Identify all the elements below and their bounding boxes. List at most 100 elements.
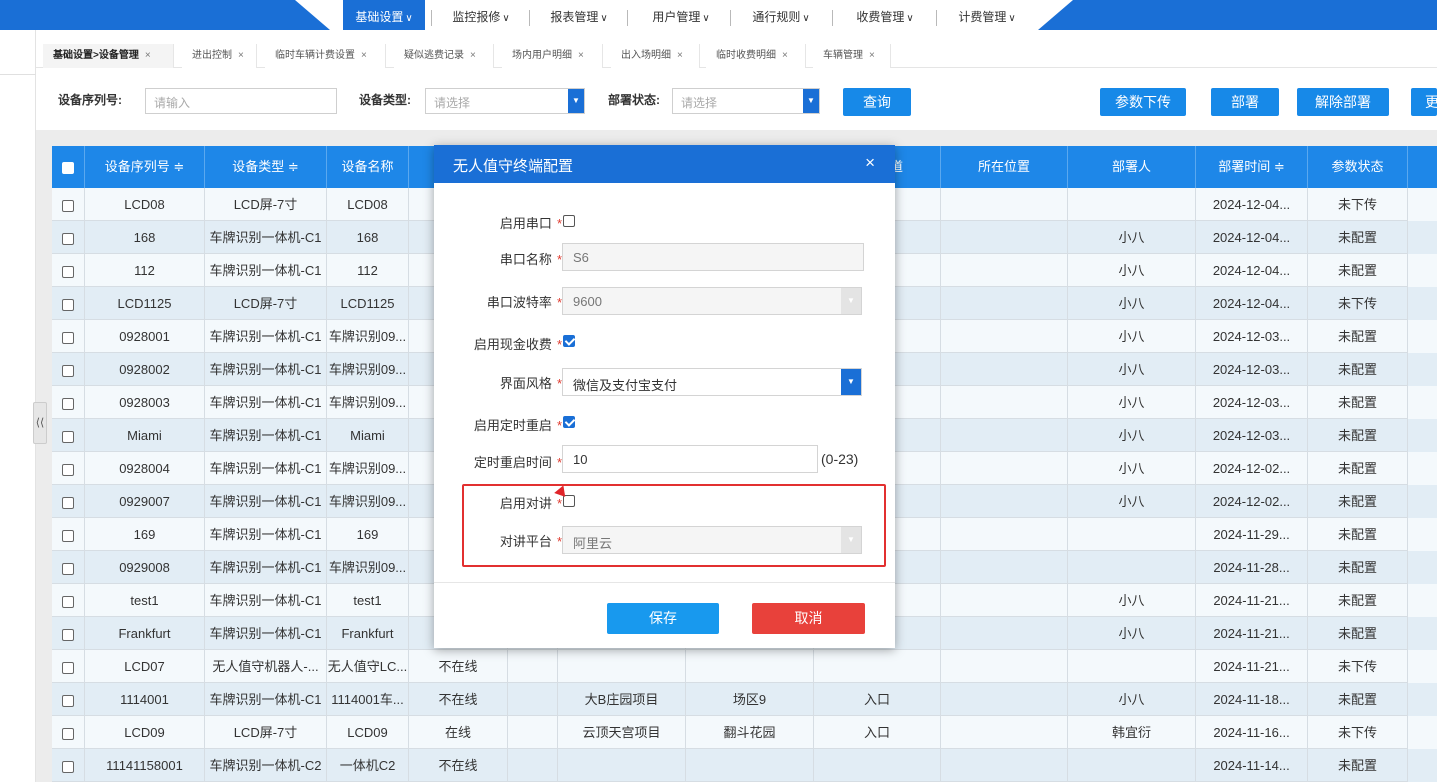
row-checkbox[interactable] [62, 364, 74, 377]
row-select-cell [52, 188, 85, 221]
save-button[interactable]: 保存 [607, 603, 719, 634]
column-header[interactable]: 设备序列号 ≑ [85, 146, 205, 188]
table-cell: 小八 [1068, 584, 1196, 617]
ui-style-select[interactable]: 微信及支付宝支付 ▼ [562, 368, 862, 396]
row-checkbox[interactable] [62, 463, 74, 476]
reboot-time-input[interactable]: 10 [562, 445, 818, 473]
close-icon[interactable]: × [869, 50, 875, 61]
tab-temp-billing[interactable]: 临时车辆计费设置 × [265, 44, 386, 68]
query-button[interactable]: 查询 [843, 88, 911, 116]
chevron-down-icon[interactable]: ▼ [841, 288, 861, 314]
row-checkbox[interactable] [62, 331, 74, 344]
row-checkbox[interactable] [62, 694, 74, 707]
close-icon[interactable]: × [238, 50, 244, 61]
tab-entry-exit[interactable]: 出入场明细 × [611, 44, 700, 68]
close-icon[interactable]: × [361, 50, 367, 61]
serial-input[interactable]: 请输入 [145, 88, 337, 114]
undeploy-button[interactable]: 解除部署 [1297, 88, 1389, 116]
close-icon[interactable]: × [865, 153, 875, 173]
row-checkbox[interactable] [62, 562, 74, 575]
more-button[interactable]: 更 [1411, 88, 1437, 116]
table-cell [1068, 188, 1196, 221]
nav-access-rules[interactable]: 通行规则 ∨ [738, 0, 824, 30]
column-header[interactable]: 设备类型 ≑ [205, 146, 327, 188]
upload-params-button[interactable]: 参数下传 [1100, 88, 1186, 116]
deploy-select[interactable]: 请选择 ▼ [672, 88, 820, 114]
chevron-down-icon[interactable]: ▼ [803, 89, 819, 113]
cancel-button[interactable]: 取消 [752, 603, 865, 634]
deploy-button[interactable]: 部署 [1211, 88, 1279, 116]
table-cell: 车牌识别一体机-C1 [205, 485, 327, 518]
enable-serial-checkbox[interactable] [563, 215, 575, 227]
table-cell: 小八 [1068, 221, 1196, 254]
column-header[interactable]: 所在位置 [941, 146, 1068, 188]
intercom-platform-select[interactable]: 阿里云 ▼ [562, 526, 862, 554]
column-header[interactable]: 部署人 [1068, 146, 1196, 188]
column-header[interactable]: 设备名称 [327, 146, 409, 188]
row-checkbox[interactable] [62, 628, 74, 641]
row-checkbox[interactable] [62, 760, 74, 773]
chevron-down-icon[interactable]: ▼ [568, 89, 584, 113]
row-checkbox[interactable] [62, 595, 74, 608]
table-cell [941, 749, 1068, 782]
table-row[interactable]: LCD09 LCD屏-7寸 LCD09 在线 云顶天宫项目 翻斗花园 入口 韩宜衍 2024-1… [52, 716, 1437, 749]
scheduled-reboot-checkbox[interactable] [563, 416, 575, 428]
row-checkbox[interactable] [62, 529, 74, 542]
nav-users[interactable]: 用户管理 ∨ [637, 0, 725, 30]
cash-payment-checkbox[interactable] [563, 335, 575, 347]
baud-rate-select[interactable]: 9600 ▼ [562, 287, 862, 315]
select-all-checkbox[interactable] [62, 161, 74, 174]
tab-vehicles[interactable]: 车辆管理 × [813, 44, 891, 68]
nav-divider [730, 10, 731, 26]
table-row[interactable]: 1114001 车牌识别一体机-C1 1114001车... 不在线 大B庄园项目 场区9… [52, 683, 1437, 716]
row-checkbox[interactable] [62, 298, 74, 311]
nav-basic-settings[interactable]: 基础设置 ∨ [343, 0, 425, 30]
row-checkbox[interactable] [62, 265, 74, 278]
chevron-down-icon[interactable]: ▼ [841, 527, 861, 553]
field-value: S6 [573, 250, 589, 265]
tab-temp-charges[interactable]: 临时收费明细 × [706, 44, 806, 68]
serial-name-field[interactable]: S6 [562, 243, 864, 271]
table-cell: 未配置 [1308, 617, 1408, 650]
row-checkbox[interactable] [62, 232, 74, 245]
column-header[interactable]: 参数状态 [1308, 146, 1408, 188]
row-checkbox[interactable] [62, 199, 74, 212]
table-cell: 车牌识别09... [327, 353, 409, 386]
table-cell: test1 [327, 584, 409, 617]
close-icon[interactable]: × [782, 50, 788, 61]
row-select-cell [52, 749, 85, 782]
chevron-down-icon[interactable]: ▼ [841, 369, 861, 395]
chevron-down-icon: ∨ [405, 13, 413, 24]
table-cell: 在线 [409, 716, 508, 749]
close-icon[interactable]: × [470, 50, 476, 61]
row-select-cell [52, 353, 85, 386]
table-cell: 车牌识别09... [327, 386, 409, 419]
column-header[interactable]: 部署时间 ≑ [1196, 146, 1308, 188]
tab-onsite-users[interactable]: 场内用户明细 × [502, 44, 603, 68]
row-checkbox[interactable] [62, 727, 74, 740]
nav-reports[interactable]: 报表管理 ∨ [539, 0, 619, 30]
table-cell [814, 749, 941, 782]
row-select-cell [52, 485, 85, 518]
type-select[interactable]: 请选择 ▼ [425, 88, 585, 114]
table-cell [941, 353, 1068, 386]
tab-entry-control[interactable]: 进出控制 × [182, 44, 257, 68]
tab-device-management[interactable]: 基础设置>设备管理 × [43, 44, 174, 68]
table-row[interactable]: 11141158001 车牌识别一体机-C2 一体机C2 不在线 2024-11-14.… [52, 749, 1437, 782]
row-checkbox[interactable] [62, 661, 74, 674]
close-icon[interactable]: × [677, 50, 683, 61]
close-icon[interactable]: × [145, 50, 151, 61]
nav-charges[interactable]: 收费管理 ∨ [842, 0, 928, 30]
close-icon[interactable]: × [578, 50, 584, 61]
collapse-sidebar-handle[interactable]: ⟨⟨ [33, 402, 47, 444]
table-cell: 车牌识别一体机-C1 [205, 320, 327, 353]
table-row[interactable]: LCD07 无人值守机器人-... 无人值守LC... 不在线 2024-11-21..… [52, 650, 1437, 683]
tab-evasion-records[interactable]: 疑似逃费记录 × [394, 44, 494, 68]
row-checkbox[interactable] [62, 496, 74, 509]
nav-monitoring[interactable]: 监控报修 ∨ [441, 0, 521, 30]
row-checkbox[interactable] [62, 430, 74, 443]
table-cell: 场区9 [686, 683, 814, 716]
nav-label: 监控报修 [452, 10, 501, 24]
row-checkbox[interactable] [62, 397, 74, 410]
nav-billing[interactable]: 计费管理 ∨ [944, 0, 1030, 30]
